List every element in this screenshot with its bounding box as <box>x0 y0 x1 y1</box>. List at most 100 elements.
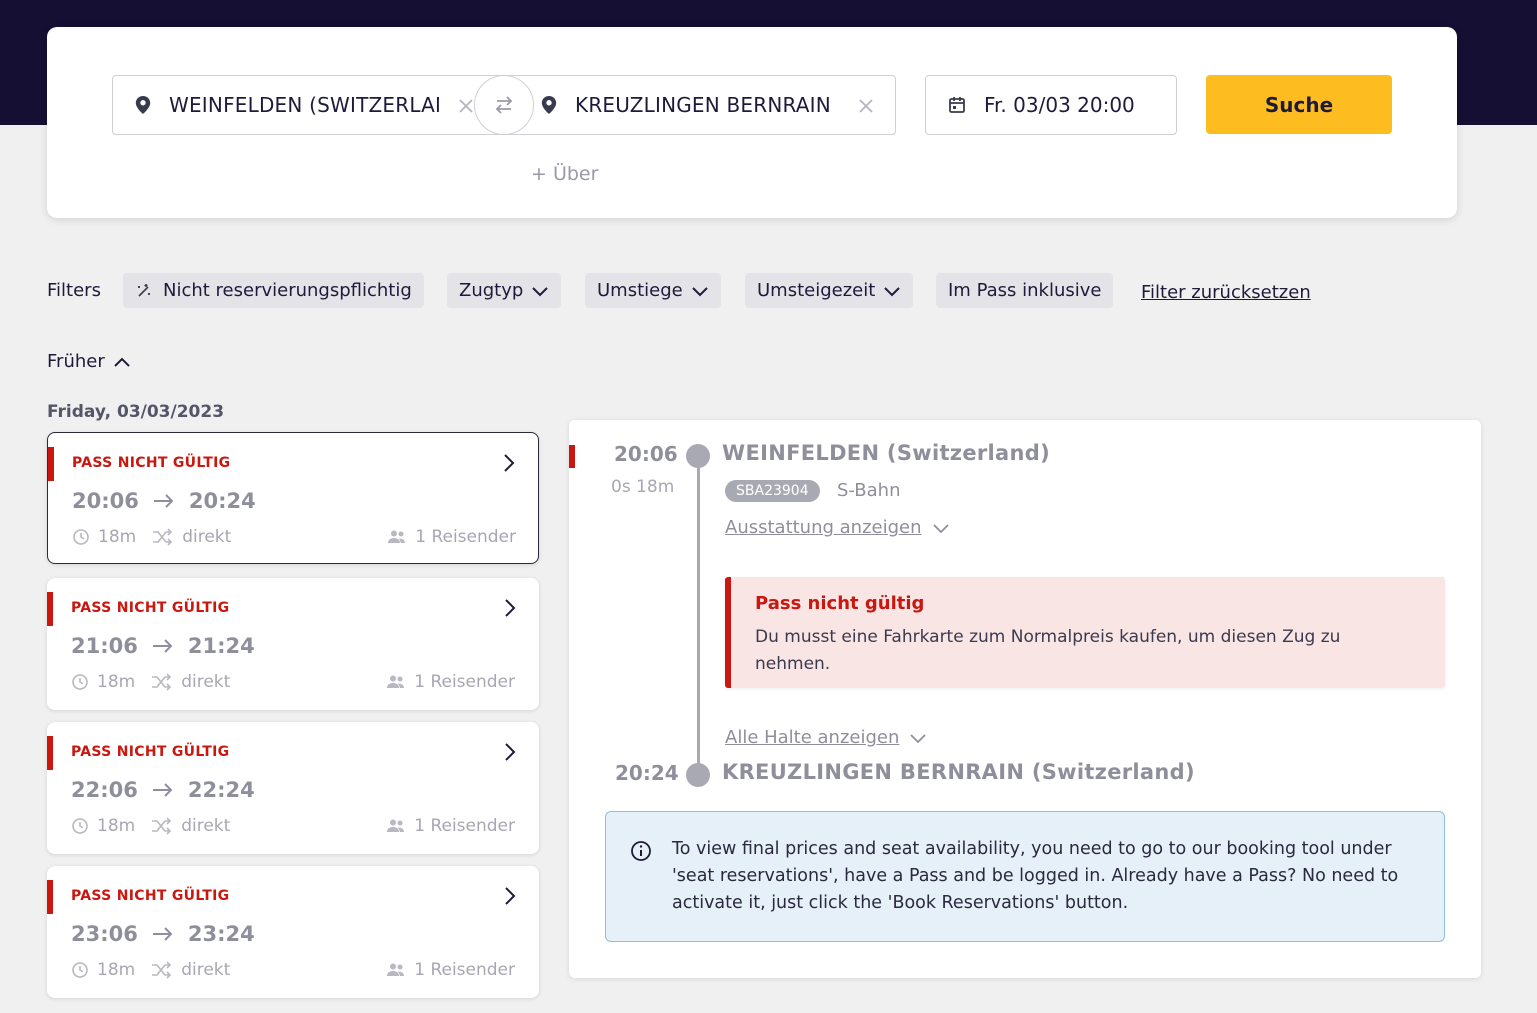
duration-value: 18m <box>98 527 137 547</box>
train-number-badge: SBA23904 <box>725 480 820 502</box>
people-icon <box>388 530 406 543</box>
travellers: 1 Reisender <box>386 672 515 692</box>
filter-train-type[interactable]: Zugtyp <box>447 273 562 308</box>
status-indicator <box>47 880 53 914</box>
swap-stations-button[interactable] <box>474 75 534 135</box>
chevron-right-icon <box>505 887 516 905</box>
journey-card[interactable]: PASS NICHT GÜLTIG 20:06 20:24 18m direkt… <box>47 432 539 564</box>
travellers-value: 1 Reisender <box>414 960 515 980</box>
arrival-stop-dot <box>686 763 710 787</box>
detail-arrival-time: 20:24 <box>615 761 679 785</box>
chevron-down-icon <box>884 286 901 296</box>
journey-times: 23:06 23:24 <box>71 922 255 946</box>
journey-meta: 18m direkt 1 Reisender <box>72 527 516 547</box>
alert-title: Pass nicht gültig <box>755 593 925 614</box>
add-via-link[interactable]: + Über <box>531 163 598 185</box>
journey-times: 22:06 22:24 <box>71 778 255 802</box>
shuffle-icon <box>153 528 173 546</box>
arrival-time: 22:24 <box>187 778 255 802</box>
chevron-up-icon <box>114 357 130 367</box>
date-heading: Friday, 03/03/2023 <box>47 402 225 422</box>
departure-stop-dot <box>686 444 710 468</box>
duration-value: 18m <box>97 960 136 980</box>
people-icon <box>387 963 405 976</box>
search-button[interactable]: Suche <box>1206 75 1392 134</box>
status-indicator <box>47 592 53 626</box>
travellers: 1 Reisender <box>387 527 516 547</box>
date-time-value: Fr. 03/03 20:00 <box>984 93 1135 117</box>
show-all-stops-label: Alle Halte anzeigen <box>725 727 900 748</box>
pass-invalid-alert: Pass nicht gültig Du musst eine Fahrkart… <box>725 577 1445 688</box>
filter-no-reservation-label: Nicht reservierungspflichtig <box>163 280 412 301</box>
journey-card[interactable]: PASS NICHT GÜLTIG 21:06 21:24 18m direkt… <box>47 578 539 710</box>
shuffle-icon <box>152 673 172 691</box>
filter-change-time[interactable]: Umsteigezeit <box>745 273 914 308</box>
filter-change-time-label: Umsteigezeit <box>757 280 876 301</box>
route-timeline <box>697 456 700 774</box>
chevron-right-icon <box>505 743 516 761</box>
filter-train-type-label: Zugtyp <box>459 280 524 301</box>
status-badge: PASS NICHT GÜLTIG <box>71 600 230 616</box>
destination-input[interactable]: KREUZLINGEN BERNRAIN (SWITZERLAND) <box>575 93 837 117</box>
filter-no-reservation[interactable]: Nicht reservierungspflichtig <box>123 273 424 308</box>
changes: direkt <box>152 527 231 547</box>
booking-info-text: To view final prices and seat availabili… <box>672 839 1399 913</box>
origin-input[interactable]: WEINFELDEN (SWITZERLAND) <box>169 93 439 117</box>
journey-meta: 18m direkt 1 Reisender <box>71 672 515 692</box>
arrow-right-icon <box>153 494 174 508</box>
show-all-stops-link[interactable]: Alle Halte anzeigen <box>725 727 927 748</box>
chevron-right-icon <box>505 599 516 617</box>
journey-card[interactable]: PASS NICHT GÜLTIG 23:06 23:24 18m direkt… <box>47 866 539 998</box>
chevron-down-icon <box>692 286 708 296</box>
departure-time: 22:06 <box>71 778 138 802</box>
sparkle-icon <box>138 283 150 297</box>
detail-departure-time: 20:06 <box>614 442 678 466</box>
clock-icon <box>73 529 89 545</box>
date-time-field[interactable]: Fr. 03/03 20:00 <box>925 75 1177 135</box>
clear-origin-icon[interactable] <box>457 97 475 115</box>
changes-value: direkt <box>181 672 231 692</box>
clock-icon <box>72 818 88 834</box>
departure-time: 23:06 <box>71 922 138 946</box>
people-icon <box>387 675 405 688</box>
swap-icon <box>495 96 513 114</box>
status-indicator <box>47 736 53 770</box>
clock-icon <box>72 962 88 978</box>
destination-field[interactable]: KREUZLINGEN BERNRAIN (SWITZERLAND) <box>505 76 897 134</box>
filter-pass-included[interactable]: Im Pass inklusive <box>936 273 1114 308</box>
arrow-right-icon <box>152 783 173 797</box>
journey-times: 21:06 21:24 <box>71 634 255 658</box>
arrow-right-icon <box>152 639 173 653</box>
chevron-down-icon <box>932 523 949 533</box>
duration: 18m <box>71 816 135 836</box>
travellers-value: 1 Reisender <box>415 527 516 547</box>
location-pin-icon <box>541 96 557 114</box>
journey-times: 20:06 20:24 <box>72 489 256 513</box>
earlier-toggle[interactable]: Früher <box>47 351 131 372</box>
duration: 18m <box>72 527 136 547</box>
location-pin-icon <box>135 96 151 114</box>
clock-icon <box>72 674 88 690</box>
travellers-value: 1 Reisender <box>414 672 515 692</box>
changes: direkt <box>151 672 230 692</box>
arrival-time: 21:24 <box>187 634 255 658</box>
travellers: 1 Reisender <box>386 960 515 980</box>
filter-changes[interactable]: Umstiege <box>585 273 721 308</box>
origin-field[interactable]: WEINFELDEN (SWITZERLAND) <box>113 76 505 134</box>
show-amenities-link[interactable]: Ausstattung anzeigen <box>725 517 950 538</box>
status-badge: PASS NICHT GÜLTIG <box>71 744 230 760</box>
changes-value: direkt <box>181 960 231 980</box>
chevron-down-icon <box>910 733 927 743</box>
duration-value: 18m <box>97 672 136 692</box>
clear-destination-icon[interactable] <box>857 97 875 115</box>
filters-label: Filters <box>47 280 101 301</box>
shuffle-icon <box>152 817 172 835</box>
changes-value: direkt <box>182 527 232 547</box>
shuffle-icon <box>152 961 172 979</box>
detail-duration: 0s 18m <box>611 477 675 497</box>
travellers-value: 1 Reisender <box>414 816 515 836</box>
train-type: S-Bahn <box>837 480 901 501</box>
journey-card[interactable]: PASS NICHT GÜLTIG 22:06 22:24 18m direkt… <box>47 722 539 854</box>
filter-changes-label: Umstiege <box>597 280 683 301</box>
reset-filters-link[interactable]: Filter zurücksetzen <box>1141 282 1311 303</box>
